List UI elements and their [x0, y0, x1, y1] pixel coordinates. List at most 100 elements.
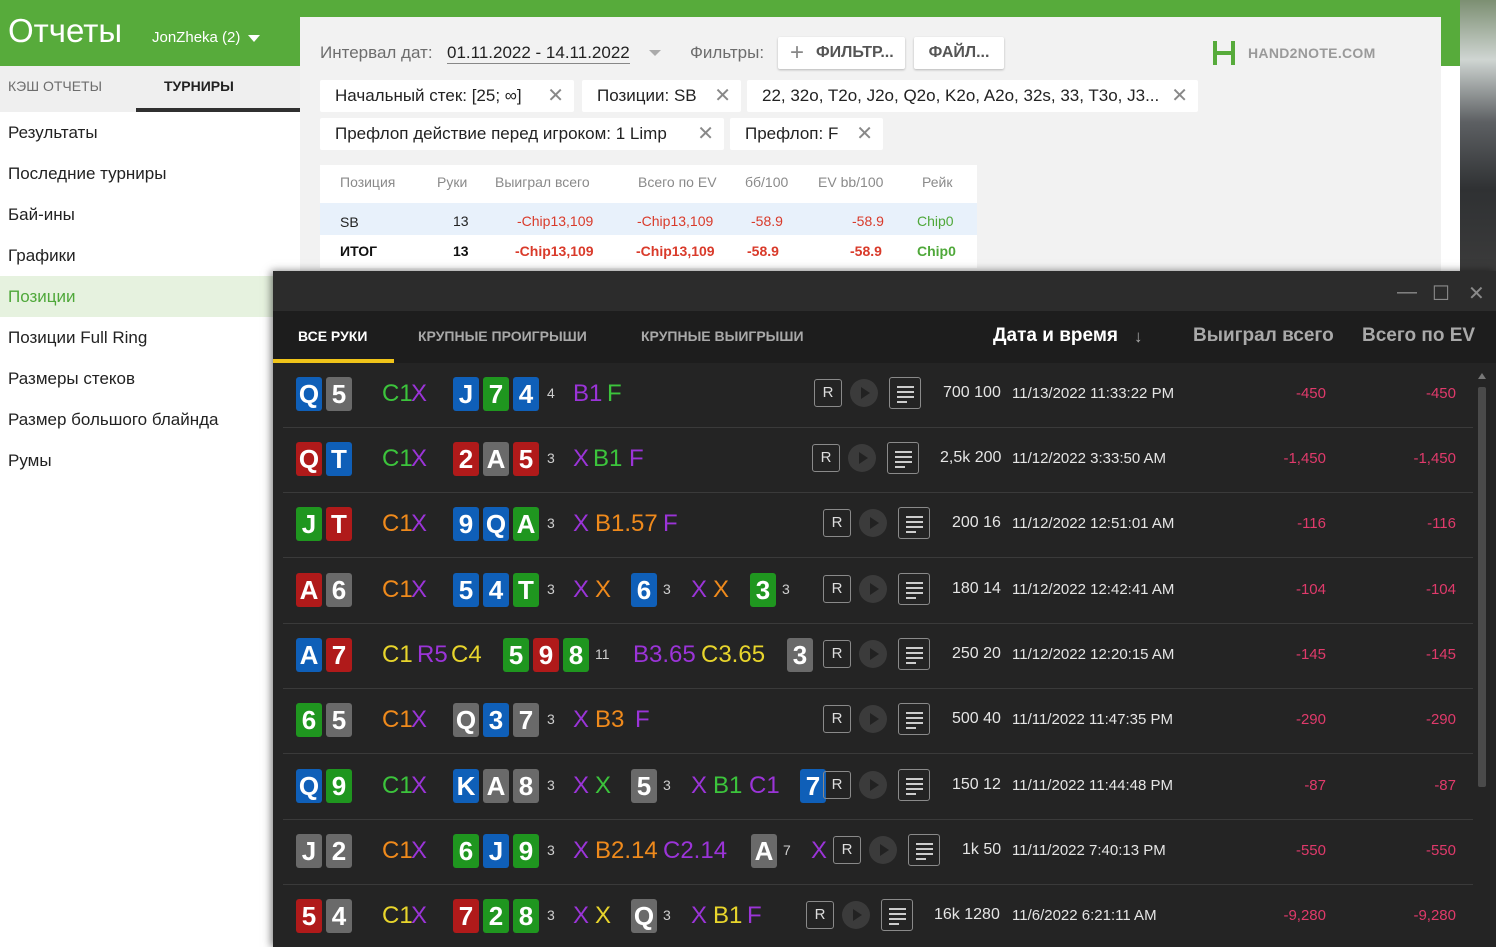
replay-button[interactable]: R	[823, 575, 851, 603]
play-icon[interactable]	[848, 444, 876, 472]
sidebar-item-big-blind-size[interactable]: Размер большого блайнда	[0, 399, 300, 440]
sidebar-item-graphs[interactable]: Графики	[0, 235, 300, 276]
player-selector[interactable]: JonZheka (2)	[152, 29, 261, 46]
sort-desc-icon[interactable]: ↓	[1134, 327, 1143, 347]
action-label: B1	[713, 902, 743, 929]
hand-row[interactable]: A 7 C1 R5 C4 5 9 8 11 B3.65 C3.65 3 R 250 20 11/12/202…	[283, 624, 1473, 689]
board-card: 4	[513, 377, 539, 411]
filter-chip[interactable]: Префлоп: F ✕	[730, 118, 883, 150]
scrollbar[interactable]	[1478, 373, 1486, 947]
sidebar-item-results[interactable]: Результаты	[0, 112, 300, 153]
column-header[interactable]: Руки	[437, 174, 467, 190]
sidebar-item-buyins[interactable]: Бай-ины	[0, 194, 300, 235]
close-icon[interactable]: ✕	[856, 118, 873, 150]
hand-row[interactable]: 6 5 C1 X Q 3 7 3 X B3 F R 500 40 11/11/2022 11:47:35 …	[283, 689, 1473, 754]
hand-row[interactable]: Q 5 C1 X J 7 4 4 B1 F R 700 100 11/13/2022 11:33:22 …	[283, 363, 1473, 428]
replay-button[interactable]: R	[833, 836, 861, 864]
play-icon[interactable]	[850, 379, 878, 407]
play-icon[interactable]	[842, 901, 870, 929]
play-icon[interactable]	[869, 836, 897, 864]
action-label: X	[573, 902, 590, 929]
hand-row[interactable]: J 2 C1 X 6 J 9 3 X B2.14 C2.14 A 7 X R 1k 50 11/11/2022 …	[283, 820, 1473, 885]
play-icon[interactable]	[859, 771, 887, 799]
play-icon[interactable]	[859, 509, 887, 537]
ev-total: -87	[1434, 777, 1456, 794]
tab-all-hands[interactable]: ВСЕ РУКИ	[298, 328, 367, 344]
close-icon[interactable]: ✕	[697, 118, 714, 150]
replay-button[interactable]: R	[823, 705, 851, 733]
column-header[interactable]: Рейк	[922, 174, 952, 190]
sidebar-item-positions-full-ring[interactable]: Позиции Full Ring	[0, 317, 300, 358]
window-titlebar[interactable]: — ☐ ✕	[273, 271, 1496, 311]
filter-chip[interactable]: Позиции: SB ✕	[582, 80, 741, 112]
hand-history-icon[interactable]	[889, 377, 921, 409]
file-button[interactable]: ФАЙЛ...	[914, 37, 1004, 69]
column-header-ev[interactable]: Всего по EV	[1362, 325, 1475, 347]
close-icon[interactable]: ✕	[547, 80, 564, 112]
hand-history-icon[interactable]	[898, 769, 930, 801]
filter-chip[interactable]: Префлоп действие перед игроком: 1 Limp ✕	[320, 118, 724, 150]
close-icon[interactable]: ✕	[1468, 281, 1485, 306]
play-icon[interactable]	[859, 705, 887, 733]
sidebar-item-positions[interactable]: Позиции	[0, 276, 300, 317]
tab-big-losses[interactable]: КРУПНЫЕ ПРОИГРЫШИ	[418, 328, 587, 344]
column-header[interactable]: EV bb/100	[818, 174, 883, 190]
hand-datetime: 11/11/2022 7:40:13 PM	[1012, 842, 1166, 859]
hands-window: — ☐ ✕ ВСЕ РУКИ КРУПНЫЕ ПРОИГРЫШИ КРУПНЫЕ…	[273, 271, 1496, 947]
board-card: J	[483, 834, 509, 868]
replay-button[interactable]: R	[814, 379, 842, 407]
pot-players-count: 7	[783, 842, 791, 858]
hand-row[interactable]: Q T C1 X 2 A 5 3 X B1 F R 2,5k 200 11/12/2022 3:33:50…	[283, 428, 1473, 493]
add-filter-button[interactable]: + ФИЛЬТР...	[778, 37, 905, 69]
column-header-datetime[interactable]: Дата и время	[993, 325, 1118, 347]
positions-report-table: Позиция Руки Выиграл всего Всего по EV б…	[320, 165, 977, 268]
hand-row[interactable]: J T C1 X 9 Q A 3 X B1.57 F R 200 16 11/12/2022 12:51:…	[283, 493, 1473, 558]
replay-button[interactable]: R	[823, 509, 851, 537]
hand-history-icon[interactable]	[887, 442, 919, 474]
action-label: X	[411, 837, 428, 864]
hand-history-icon[interactable]	[908, 834, 940, 866]
board-card: Q	[631, 899, 657, 933]
tab-big-wins[interactable]: КРУПНЫЕ ВЫИГРЫШИ	[641, 328, 804, 344]
column-header[interactable]: Всего по EV	[638, 174, 717, 190]
scroll-up-icon[interactable]	[1478, 373, 1486, 379]
hole-card: 5	[326, 377, 352, 411]
tab-tournaments[interactable]: ТУРНИРЫ	[164, 78, 234, 94]
hand-history-icon[interactable]	[898, 703, 930, 735]
hand-history-icon[interactable]	[881, 899, 913, 931]
hand-row[interactable]: A 6 C1 X 5 4 T 3 X X 6 3 X X 3 3 R 180 14 11/12/2022 12:42…	[283, 559, 1473, 624]
hand-history-icon[interactable]	[898, 573, 930, 605]
column-header[interactable]: Выиграл всего	[495, 174, 590, 190]
action-label: X	[411, 902, 428, 929]
date-interval-picker[interactable]: 01.11.2022 - 14.11.2022	[447, 43, 630, 64]
maximize-icon[interactable]: ☐	[1432, 281, 1450, 306]
close-icon[interactable]: ✕	[1171, 80, 1188, 112]
column-header[interactable]: Позиция	[340, 174, 395, 190]
hand-row[interactable]: 5 4 C1 X 7 2 8 3 X X Q 3 X B1 F R 16k 1280 11/6/2022 6:21…	[283, 885, 1473, 947]
play-icon[interactable]	[859, 640, 887, 668]
sidebar-item-recent-tournaments[interactable]: Последние турниры	[0, 153, 300, 194]
replay-button[interactable]: R	[823, 771, 851, 799]
sidebar-item-stack-sizes[interactable]: Размеры стеков	[0, 358, 300, 399]
tab-cash-reports[interactable]: КЭШ ОТЧЕТЫ	[8, 78, 102, 94]
replay-button[interactable]: R	[812, 444, 840, 472]
column-header-won[interactable]: Выиграл всего	[1193, 325, 1334, 347]
replay-button[interactable]: R	[823, 640, 851, 668]
hand-row[interactable]: Q 9 C1 X K A 8 3 X X 5 3 X B1 C1 7 R 150 12 11/11/2022 11:…	[283, 755, 1473, 820]
replay-button[interactable]: R	[806, 901, 834, 929]
filter-chip[interactable]: 22, 32o, T2o, J2o, Q2o, K2o, A2o, 32s, 3…	[747, 80, 1198, 112]
action-label: F	[607, 380, 622, 407]
play-icon[interactable]	[859, 575, 887, 603]
hand-history-icon[interactable]	[898, 638, 930, 670]
player-name: JonZheka (2)	[152, 29, 241, 46]
chevron-down-icon[interactable]	[649, 50, 661, 56]
minimize-icon[interactable]: —	[1397, 281, 1417, 304]
hole-card: 6	[326, 573, 352, 607]
filter-chip[interactable]: Начальный стек: [25; ∞] ✕	[320, 80, 574, 112]
close-icon[interactable]: ✕	[714, 80, 731, 112]
scrollbar-thumb[interactable]	[1478, 387, 1486, 787]
sidebar-item-rooms[interactable]: Румы	[0, 440, 300, 481]
table-row[interactable]: SB 13 -Chip13,109 -Chip13,109 -58.9 -58.…	[320, 203, 977, 235]
column-header[interactable]: бб/100	[745, 174, 788, 190]
hand-history-icon[interactable]	[898, 507, 930, 539]
